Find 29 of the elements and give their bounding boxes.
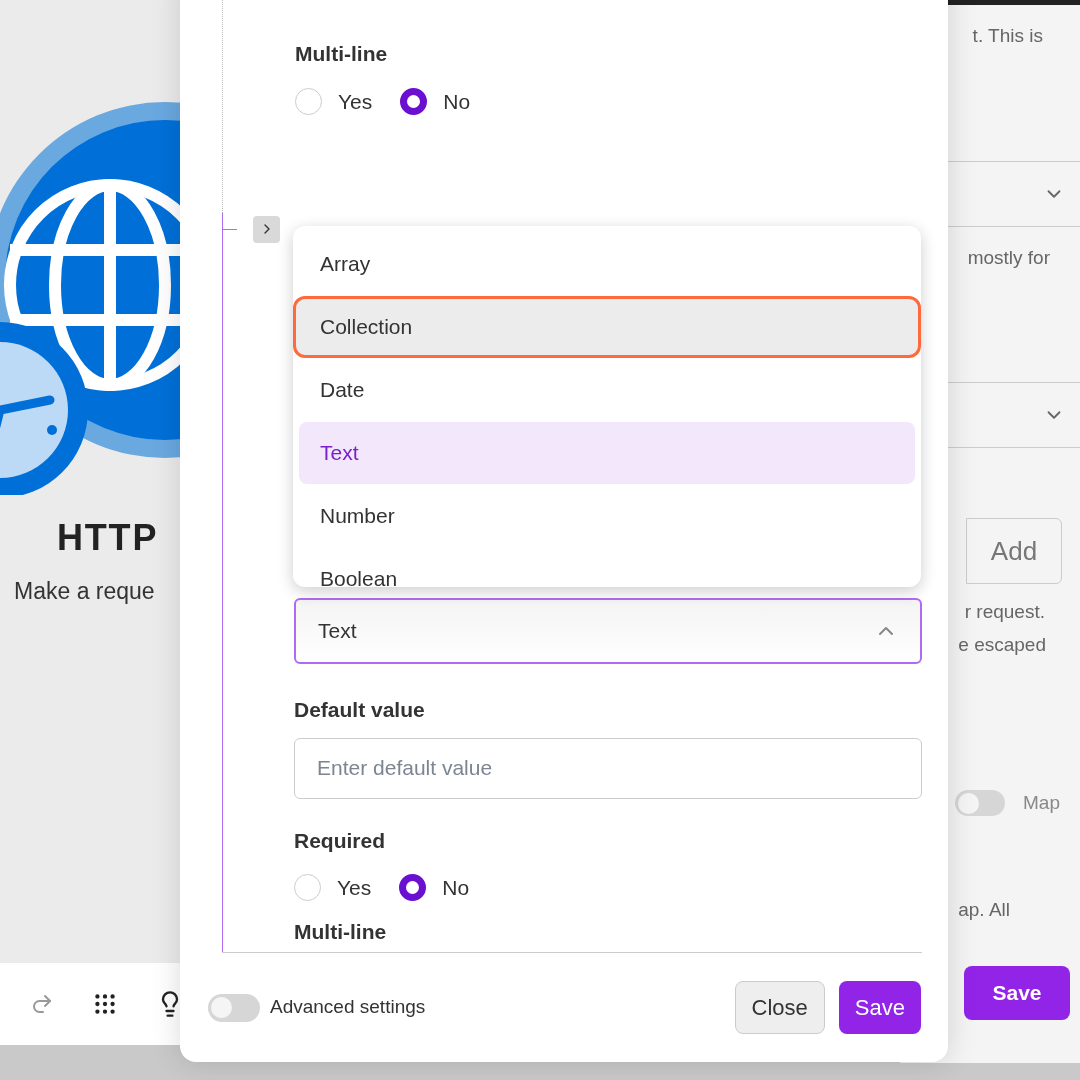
toggle-label: Advanced settings: [270, 995, 426, 1020]
radio-option[interactable]: Yes: [294, 872, 372, 904]
add-button[interactable]: Add: [966, 518, 1062, 584]
help-text: ap. All: [958, 897, 1011, 922]
module-title: HTTP: [56, 520, 160, 556]
default-value-input[interactable]: Enter default value: [294, 737, 922, 799]
dropdown-option[interactable]: Boolean: [299, 548, 915, 587]
type-select[interactable]: Text: [294, 598, 922, 664]
save-button[interactable]: Save: [838, 981, 921, 1034]
help-text: mostly for: [967, 245, 1051, 270]
dropdown-option[interactable]: Collection: [293, 296, 921, 358]
help-text: t. This is: [972, 24, 1044, 48]
help-text: r request.: [964, 600, 1046, 624]
radio-option[interactable]: Yes: [295, 85, 373, 117]
dropdown-option[interactable]: Text: [299, 422, 915, 484]
module-description: Make a reque: [13, 577, 156, 606]
save-button[interactable]: Save: [964, 966, 1070, 1020]
field-label: Multi-line: [294, 918, 388, 945]
dropdown-option[interactable]: Array: [299, 233, 915, 295]
field-label: Default value: [294, 697, 426, 723]
help-text: e escaped: [958, 632, 1047, 657]
toggle-label: Map: [1023, 791, 1060, 815]
close-button[interactable]: Close: [734, 981, 825, 1034]
radio-option[interactable]: No: [399, 872, 470, 904]
field-label: Multi-line: [295, 41, 389, 67]
dropdown-option[interactable]: Number: [299, 485, 915, 547]
field-label: Required: [294, 827, 386, 854]
dropdown-option[interactable]: Date: [299, 359, 915, 421]
radio-option[interactable]: No: [400, 85, 471, 117]
